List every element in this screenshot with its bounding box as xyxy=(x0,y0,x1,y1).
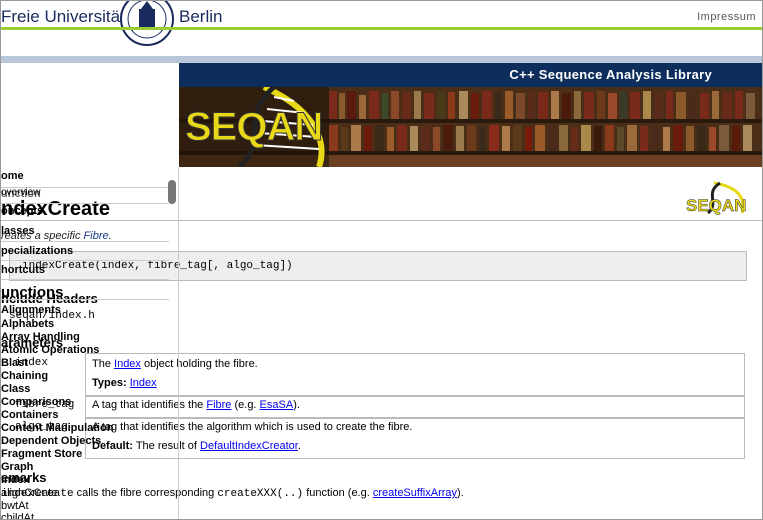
sidebar-item-shortcuts[interactable]: hortcuts xyxy=(1,264,45,276)
types-index-link[interactable]: Index xyxy=(130,377,157,389)
param-desc-fibre-tag: A tag that identifies the Fibre (e.g. Es… xyxy=(92,399,300,411)
default-suffix: . xyxy=(297,440,301,452)
remarks-text-3: ). xyxy=(457,487,464,499)
sidebar-item-chaining[interactable]: Chaining xyxy=(1,370,48,382)
green-divider xyxy=(1,27,762,30)
sidebar-border xyxy=(178,167,179,519)
signature-text: indexCreate(index, fibre_tag[, algo_tag]… xyxy=(22,260,293,272)
sidebar-divider-3 xyxy=(1,241,169,242)
svg-text:SEQAN: SEQAN xyxy=(686,196,746,215)
sidebar-item-fragment-store[interactable]: Fragment Store xyxy=(1,448,82,460)
sidebar-item-blast[interactable]: Blast xyxy=(1,357,28,369)
default-index-creator-link[interactable]: DefaultIndexCreator xyxy=(200,440,298,452)
index-link[interactable]: Index xyxy=(114,358,141,370)
browser-page: Freie Universität Berlin Impressum C++ S… xyxy=(0,0,763,520)
create-suffix-array-link[interactable]: createSuffixArray xyxy=(373,487,457,499)
param-desc-index-text: The xyxy=(92,358,115,370)
sidebar-scrollbar[interactable] xyxy=(168,180,176,204)
sidebar-item-comparisons[interactable]: Comparisons xyxy=(1,396,71,408)
title-rule xyxy=(1,220,762,221)
fibre-link-2[interactable]: Fibre xyxy=(206,399,231,411)
param-default-algo-tag: Default: The result of DefaultIndexCreat… xyxy=(92,440,301,452)
seqan-small-logo-icon[interactable]: SEQAN xyxy=(684,181,754,215)
university-left: Freie Universität xyxy=(1,7,125,26)
remarks-code-2: createXXX(..) xyxy=(217,488,304,500)
types-label: Types: xyxy=(92,377,127,389)
banner-bar: C++ Sequence Analysis Library xyxy=(179,63,762,87)
university-right: Berlin xyxy=(179,7,223,26)
sidebar-item-containers[interactable]: Containers xyxy=(1,409,58,421)
sidebar-divider-2 xyxy=(1,203,169,204)
sidebar-item-bwtat[interactable]: bwtAt xyxy=(1,500,29,512)
sidebar-item-dependent-objects[interactable]: Dependent Objects xyxy=(1,435,101,447)
banner-title: C++ Sequence Analysis Library xyxy=(509,67,712,82)
esasa-link[interactable]: EsaSA xyxy=(260,399,294,411)
sidebar-divider-4 xyxy=(1,260,169,261)
sidebar-item-array-handling[interactable]: Array Handling xyxy=(1,331,80,343)
remarks-text-1: calls the fibre corresponding xyxy=(73,487,218,499)
university-seal-icon[interactable] xyxy=(117,0,177,47)
sidebar-item-childat[interactable]: childAt xyxy=(1,512,34,519)
university-title[interactable]: Freie Universität Berlin xyxy=(1,7,222,27)
sidebar-divider-6 xyxy=(1,299,169,300)
sidebar-item-content-manipulation[interactable]: Content Manipulation xyxy=(1,422,113,434)
sidebar-item-function[interactable]: unction xyxy=(1,188,41,200)
blue-divider xyxy=(1,56,762,63)
param-types-index: Types: Index xyxy=(92,377,157,389)
remarks-text-2: function (e.g. xyxy=(303,487,373,499)
sidebar-item-home[interactable]: ome xyxy=(1,170,24,182)
sidebar-item-index[interactable]: Index xyxy=(1,474,30,486)
sidebar-divider-5 xyxy=(1,279,169,280)
sidebar-item-atomic-operations[interactable]: Atomic Operations xyxy=(1,344,99,356)
sidebar-item-concepts[interactable]: oncepts xyxy=(1,205,43,217)
seqan-banner-logo[interactable]: SEQAN xyxy=(184,105,323,150)
sidebar-item-specializations[interactable]: pecializations xyxy=(1,245,73,257)
param-desc-fibre-mid: (e.g. xyxy=(231,399,260,411)
param-desc-fibre-text: A tag that identifies the xyxy=(92,399,207,411)
signature-box: indexCreate(index, fibre_tag[, algo_tag]… xyxy=(9,251,747,281)
sidebar-item-graph[interactable]: Graph xyxy=(1,461,33,473)
param-desc-index: The Index object holding the fibre. xyxy=(92,358,258,370)
sidebar-item-class[interactable]: Class xyxy=(1,383,30,395)
impressum-link[interactable]: Impressum xyxy=(697,11,756,23)
param-desc-fibre-suffix: ). xyxy=(293,399,300,411)
sidebar-item-aligncreate[interactable]: alignCreate xyxy=(1,487,57,499)
param-desc-index-suffix: object holding the fibre. xyxy=(140,358,258,370)
remarks-text: indexCreate calls the fibre correspondin… xyxy=(1,487,464,500)
param-desc-algo-tag: A tag that identifies the algorithm whic… xyxy=(92,421,413,433)
sidebar-item-classes[interactable]: lasses xyxy=(1,225,35,237)
sidebar-item-alphabets[interactable]: Alphabets xyxy=(1,318,54,330)
default-text: The result of xyxy=(135,440,201,452)
sidebar-item-alignments[interactable]: Alignments xyxy=(1,304,61,316)
